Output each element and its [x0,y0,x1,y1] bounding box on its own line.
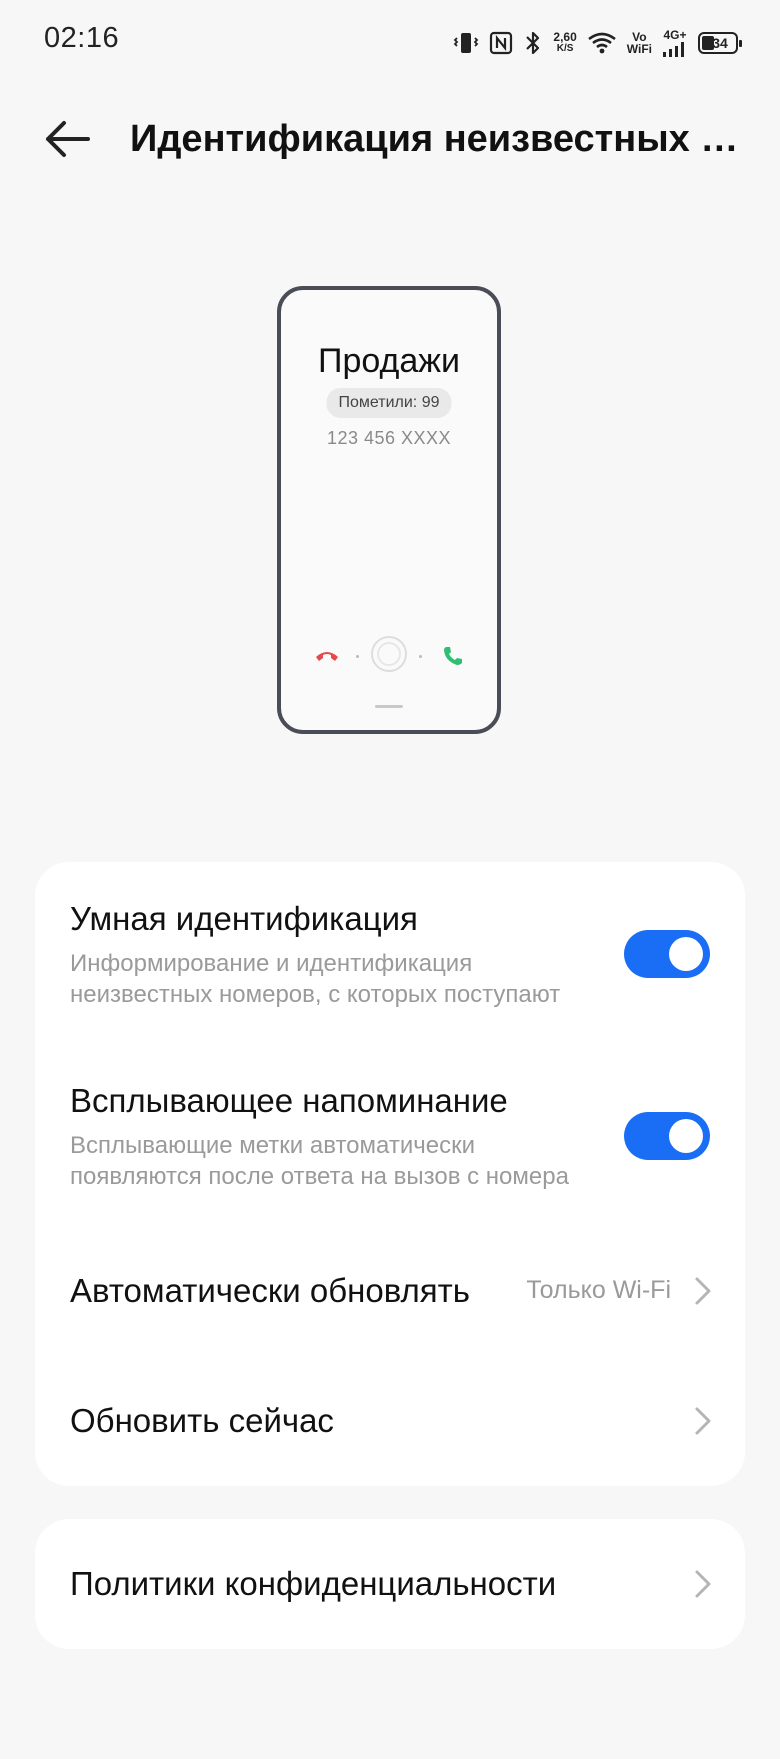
privacy-card: Политики конфиденциальности [35,1519,745,1649]
smart-identification-row[interactable]: Умная идентификация Информирование и иде… [35,862,745,1044]
caller-name: Продажи [318,342,460,380]
back-button[interactable] [40,116,96,162]
smart-identification-title: Умная идентификация [70,900,418,937]
divider-dot [356,655,359,658]
battery-icon: 34 [698,32,742,54]
arrow-left-icon [46,121,90,157]
vowifi-indicator: Vo WiFi [627,31,652,55]
nfc-icon [489,31,513,55]
update-now-title: Обновить сейчас [70,1402,334,1439]
network-type: 4G+ [663,28,687,42]
update-now-row[interactable]: Обновить сейчас [35,1356,745,1486]
net-speed-value: 2,60 [553,30,577,44]
signal-indicator: 4G+ [662,29,688,57]
smart-identification-toggle[interactable] [624,930,710,978]
status-icons: 2,60 K/S Vo WiFi 4G+ 34 [453,26,742,60]
home-indicator [375,705,403,708]
decline-call-icon [313,644,341,671]
smart-identification-desc-line2: неизвестных номеров, с которых поступают [70,981,561,1008]
page-title: Идентификация неизвестных номеров [130,118,750,160]
wifi-icon [587,31,617,55]
chevron-right-icon [695,1570,711,1598]
chevron-right-icon [695,1407,711,1435]
vowifi-bottom: WiFi [626,42,652,56]
net-speed: 2,60 K/S [553,31,576,55]
divider-dot [419,655,422,658]
toggle-knob [669,937,703,971]
app-header: Идентификация неизвестных номеров [0,100,780,180]
settings-card: Умная идентификация Информирование и иде… [35,862,745,1486]
battery-level: 34 [712,35,728,51]
popup-reminder-title: Всплывающее напоминание [70,1082,508,1119]
popup-reminder-toggle[interactable] [624,1112,710,1160]
smart-identification-desc-line1: Информирование и идентификация [70,950,473,977]
auto-update-title: Автоматически обновлять [70,1272,470,1309]
incoming-call-illustration: Продажи Пометили: 99 123 456 XXXX [277,286,501,734]
privacy-policy-row[interactable]: Политики конфиденциальности [35,1519,745,1649]
toggle-knob [669,1119,703,1153]
popup-reminder-desc-line1: Всплывающие метки автоматически [70,1132,475,1159]
auto-update-row[interactable]: Автоматически обновлять Только Wi-Fi [35,1226,745,1356]
answer-slider-icon [371,636,407,672]
marked-count-badge: Пометили: 99 [326,388,452,418]
auto-update-value: Только Wi-Fi [526,1276,671,1304]
privacy-policy-title: Политики конфиденциальности [70,1565,557,1602]
accept-call-icon [441,644,465,673]
popup-reminder-row[interactable]: Всплывающее напоминание Всплывающие метк… [35,1044,745,1226]
bluetooth-icon [523,30,543,56]
caller-number: 123 456 XXXX [326,428,452,448]
call-controls [281,636,497,676]
status-time: 02:16 [44,22,120,54]
smart-identification-description: Информирование и идентификация неизвестн… [70,948,590,1010]
status-bar: 02:16 2,60 K/S Vo WiFi 4G+ 34 [0,0,780,84]
net-speed-unit: K/S [556,43,574,54]
popup-reminder-description: Всплывающие метки автоматически появляют… [70,1130,590,1192]
popup-reminder-desc-line2: появляются после ответа на вызов с номер… [70,1163,569,1190]
signal-icon [663,42,684,57]
vibrate-icon [453,30,479,56]
chevron-right-icon [695,1277,711,1305]
